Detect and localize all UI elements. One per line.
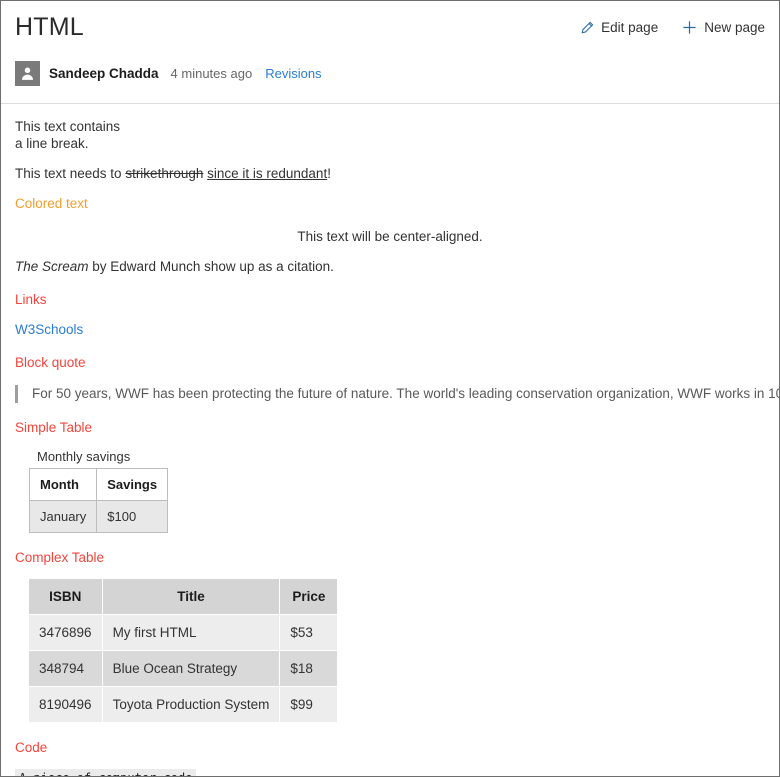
header-actions: Edit page New page	[579, 12, 765, 35]
page-title: HTML	[15, 13, 84, 41]
citation-paragraph: The Scream by Edward Munch show up as a …	[15, 258, 765, 275]
author-timestamp: 4 minutes ago	[170, 65, 253, 81]
colored-text: Colored text	[15, 196, 88, 211]
edit-page-label: Edit page	[601, 20, 659, 35]
citation-rest-text: by Edward Munch show up as a citation.	[88, 259, 334, 274]
wiki-page-window: HTML Edit page New page Sandeep Chadda 4…	[0, 0, 780, 777]
strikethrough-paragraph: This text needs to strikethrough since i…	[15, 165, 765, 182]
complex-table-heading: Complex Table	[15, 550, 105, 565]
table-header-row: ISBN Title Price	[29, 579, 338, 614]
revisions-link[interactable]: Revisions	[265, 66, 321, 81]
external-link-paragraph: W3Schools	[15, 321, 765, 338]
page-content: This text contains a line break. This te…	[1, 118, 779, 776]
code-block: A piece of computer code	[15, 769, 765, 776]
page-header: HTML Edit page New page	[1, 1, 779, 42]
header-divider	[1, 103, 779, 104]
table-header-row: Month Savings	[28, 468, 169, 501]
links-heading: Links	[15, 292, 47, 307]
simple-col-savings: Savings	[96, 468, 169, 501]
complex-cell-title: Blue Ocean Strategy	[102, 651, 280, 686]
simple-cell-savings: $100	[96, 500, 169, 533]
line-break-text-2: a line break.	[15, 136, 89, 151]
table-row: January $100	[28, 500, 169, 533]
strikethrough-text: strikethrough	[125, 166, 204, 181]
blockquote: For 50 years, WWF has been protecting th…	[15, 385, 779, 403]
complex-cell-title: My first HTML	[102, 615, 280, 650]
complex-cell-isbn: 348794	[29, 651, 102, 686]
complex-cell-isbn: 3476896	[29, 615, 102, 650]
simple-table-caption: Monthly savings	[37, 449, 131, 464]
simple-col-month: Month	[28, 468, 98, 501]
complex-cell-price: $99	[280, 687, 338, 722]
underlined-text: since it is redundant	[207, 166, 328, 181]
strike-suffix-text: !	[327, 166, 331, 181]
complex-cell-price: $53	[280, 615, 338, 650]
complex-col-isbn: ISBN	[29, 579, 102, 614]
line-break-paragraph: This text contains a line break.	[15, 118, 765, 152]
complex-cell-isbn: 8190496	[29, 687, 102, 722]
table-row: 348794 Blue Ocean Strategy $18	[29, 651, 338, 686]
strike-prefix-text: This text needs to	[15, 166, 126, 181]
complex-cell-price: $18	[280, 651, 338, 686]
complex-cell-title: Toyota Production System	[102, 687, 280, 722]
code-heading: Code	[15, 740, 48, 755]
author-row: Sandeep Chadda 4 minutes ago Revisions	[1, 42, 779, 90]
new-page-button[interactable]: New page	[682, 20, 765, 35]
pencil-icon	[579, 20, 594, 35]
table-row: 8190496 Toyota Production System $99	[29, 687, 338, 722]
simple-cell-month: January	[28, 500, 98, 533]
complex-col-price: Price	[280, 579, 338, 614]
simple-table: Month Savings January $100	[28, 468, 169, 533]
blockquote-heading: Block quote	[15, 355, 86, 370]
user-avatar-icon	[15, 60, 40, 86]
table-row: 3476896 My first HTML $53	[29, 615, 338, 650]
author-name: Sandeep Chadda	[49, 65, 159, 81]
simple-table-heading: Simple Table	[15, 420, 93, 435]
complex-col-title: Title	[102, 579, 280, 614]
plus-icon	[682, 20, 697, 35]
citation-title: The Scream	[15, 259, 89, 274]
w3schools-link[interactable]: W3Schools	[15, 322, 83, 337]
line-break-text-1: This text contains	[15, 119, 121, 134]
simple-table-block: Monthly savings Month Savings January $1…	[15, 448, 765, 533]
new-page-label: New page	[704, 20, 765, 35]
code-snippet: A piece of computer code	[15, 769, 197, 776]
center-aligned-text: This text will be center-aligned.	[297, 229, 483, 244]
complex-table: ISBN Title Price 3476896 My first HTML $…	[28, 578, 339, 723]
edit-page-button[interactable]: Edit page	[579, 20, 658, 35]
